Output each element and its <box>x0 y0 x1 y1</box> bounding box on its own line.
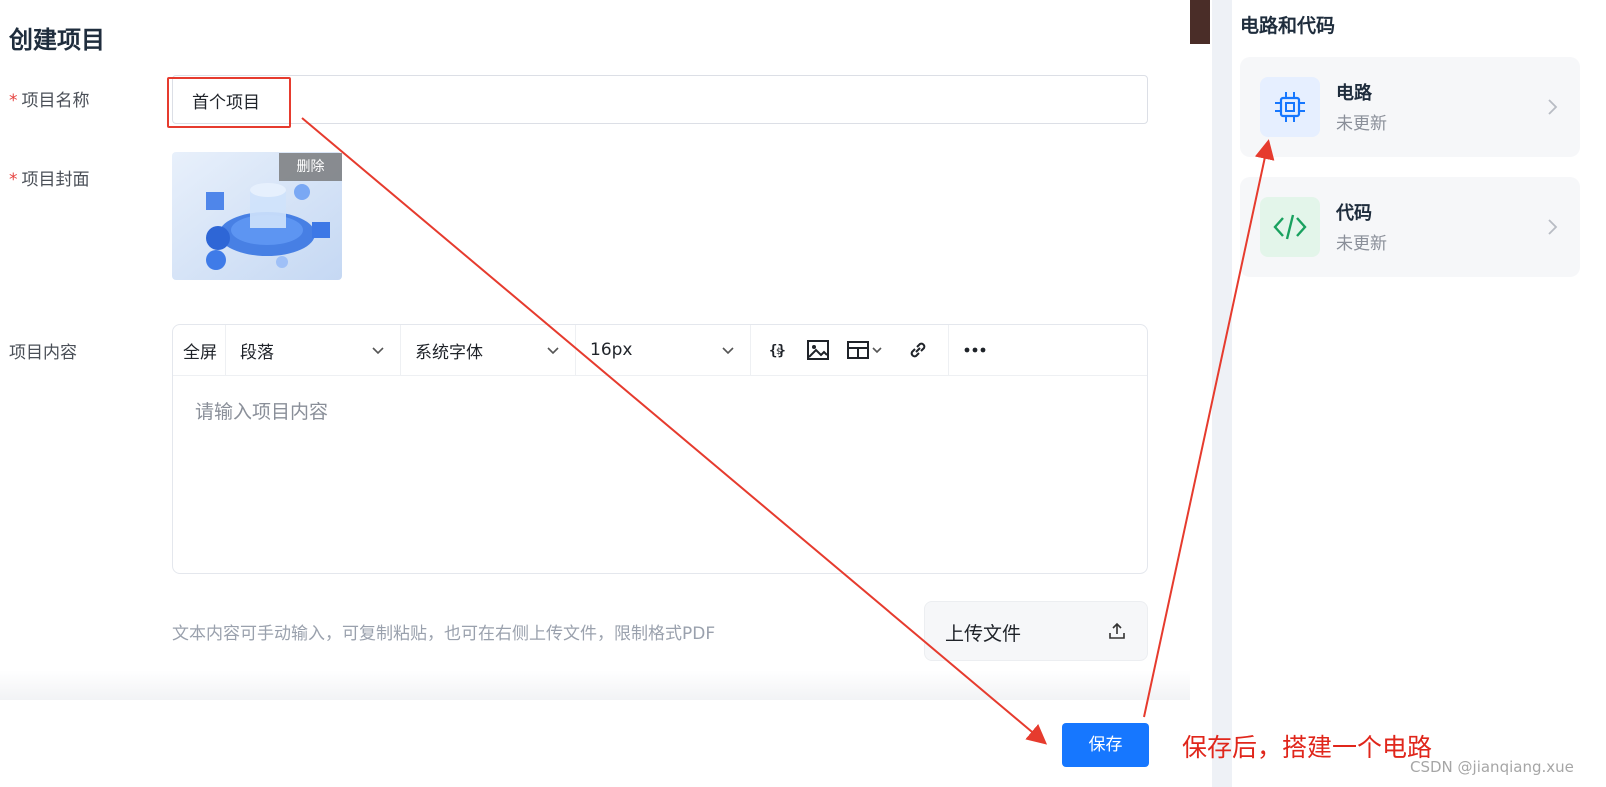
more-icon[interactable] <box>963 325 987 375</box>
project-name-label: * 项目名称 <box>9 86 90 111</box>
code-card-title: 代码 <box>1336 203 1372 224</box>
rich-text-editor: 全屏 段落 系统字体 16px {} $ 请输入项目内容 <box>172 324 1148 574</box>
upload-icon <box>1109 622 1125 639</box>
fullscreen-button[interactable]: 全屏 <box>183 325 217 375</box>
upload-hint: 文本内容可手动输入，可复制粘贴，也可在右侧上传文件，限制格式PDF <box>172 624 716 644</box>
svg-text:$: $ <box>776 347 782 357</box>
toolbar-divider <box>750 325 751 375</box>
watermark: CSDN @jianqiang.xue <box>1410 758 1574 776</box>
editor-placeholder[interactable]: 请输入项目内容 <box>195 397 328 424</box>
code-icon[interactable]: {} $ <box>768 325 790 375</box>
table-icon[interactable] <box>846 325 886 375</box>
font-size-select-value: 16px <box>590 340 633 360</box>
upload-file-label: 上传文件 <box>945 623 1022 645</box>
annotation-highlight-box <box>167 77 291 128</box>
circuit-card[interactable]: 电路 未更新 <box>1240 57 1580 157</box>
font-size-select[interactable]: 16px <box>576 325 750 375</box>
chevron-right-icon <box>1548 219 1558 235</box>
page-title: 创建项目 <box>9 26 105 54</box>
chip-icon <box>1260 77 1320 137</box>
required-mark: * <box>9 91 18 111</box>
paragraph-select[interactable]: 段落 <box>226 325 400 375</box>
project-content-label: 项目内容 <box>9 343 77 363</box>
font-family-select-value: 系统字体 <box>415 342 483 363</box>
project-cover-label-text: 项目封面 <box>21 170 90 190</box>
required-mark: * <box>9 170 18 190</box>
delete-cover-button[interactable]: 删除 <box>279 153 342 181</box>
project-cover-label: * 项目封面 <box>9 165 90 190</box>
link-icon[interactable] <box>906 325 930 375</box>
chevron-down-icon <box>722 347 734 355</box>
chevron-right-icon <box>1548 99 1558 115</box>
footer-divider <box>0 670 1190 700</box>
project-name-input[interactable] <box>172 75 1148 124</box>
editor-toolbar: 全屏 段落 系统字体 16px {} $ <box>173 325 1147 376</box>
right-panel-title: 电路和代码 <box>1240 15 1336 37</box>
code-card[interactable]: 代码 未更新 <box>1240 177 1580 277</box>
code-brackets-icon <box>1260 197 1320 257</box>
circuit-card-status: 未更新 <box>1336 114 1387 134</box>
paragraph-select-value: 段落 <box>240 342 274 363</box>
font-family-select[interactable]: 系统字体 <box>401 325 575 375</box>
chevron-down-icon <box>547 347 559 355</box>
upload-file-button[interactable]: 上传文件 <box>924 601 1148 661</box>
image-icon[interactable] <box>806 325 830 375</box>
code-card-status: 未更新 <box>1336 234 1387 254</box>
chevron-down-icon <box>372 347 384 355</box>
annotation-text: 保存后，搭建一个电路 <box>1182 733 1433 762</box>
circuit-card-title: 电路 <box>1336 83 1372 104</box>
toolbar-divider <box>948 325 949 375</box>
background-image-edge <box>1188 0 1210 44</box>
project-name-label-text: 项目名称 <box>21 91 90 111</box>
save-button[interactable]: 保存 <box>1062 723 1149 767</box>
